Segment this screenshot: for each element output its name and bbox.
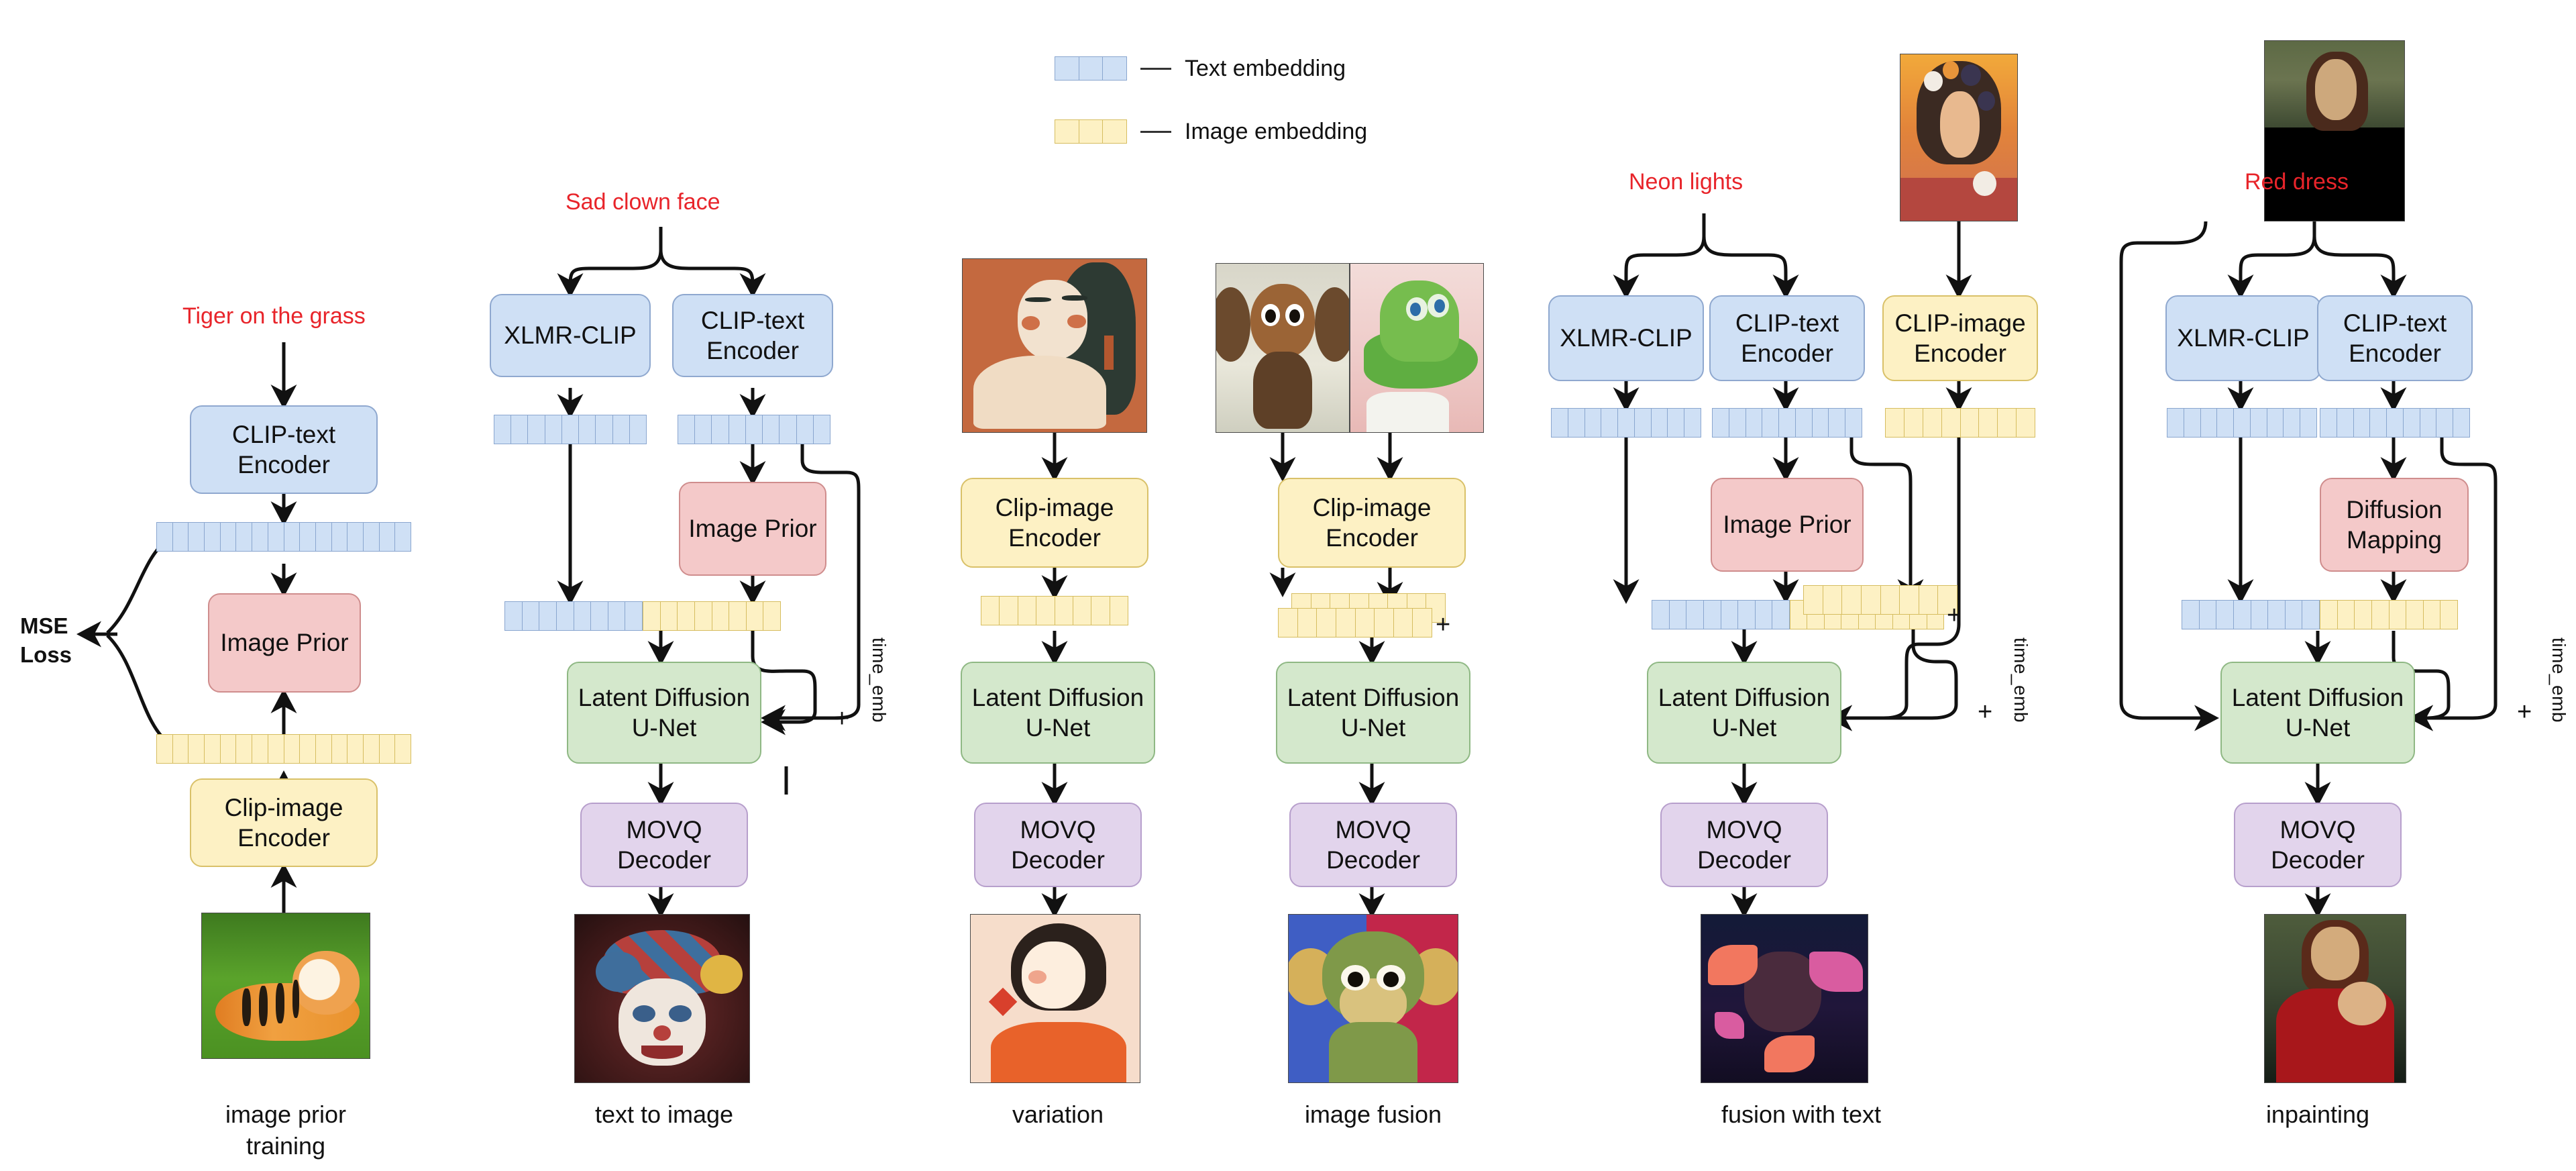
caption-image-fusion: image fusion [1304,1101,1442,1128]
image-prior-box-c1[interactable]: Image Prior [208,593,361,693]
latent-diffusion-unet-box-c5[interactable]: Latent Diffusion U-Net [1647,662,1841,764]
output-image-mona-red-dress [2264,914,2406,1083]
caption-variation: variation [1012,1101,1104,1128]
input-image-tiger [201,913,370,1059]
caption-inpainting: inpainting [2265,1101,2370,1128]
concat-text-part-c5 [1652,600,1790,629]
caption-text-to-image: text to image [594,1101,734,1128]
xlmr-clip-box-c5[interactable]: XLMR-CLIP [1548,295,1704,381]
legend-item-text-embedding: Text embedding [1055,54,1367,83]
clip-text-embedding-bar-c2 [678,415,830,444]
plus-sign-c6: + [2517,698,2532,726]
latent-diffusion-unet-box-c6[interactable]: Latent Diffusion U-Net [2220,662,2415,764]
movq-decoder-box-c3[interactable]: MOVQ Decoder [974,803,1142,887]
clip-text-encoder-box-c1[interactable]: CLIP-text Encoder [190,405,378,494]
legend-item-image-embedding: Image embedding [1055,117,1367,146]
latent-diffusion-unet-box-c2[interactable]: Latent Diffusion U-Net [567,662,761,764]
image-embedding-bar-b-c4 [1278,608,1432,638]
clip-text-encoder-box-c5[interactable]: CLIP-text Encoder [1709,295,1865,381]
text-embedding-swatch [1055,56,1128,81]
clip-image-embedding-bar-c5 [1885,408,2035,438]
plus-sign-c4: + [1436,611,1451,639]
input-image-artgirl [962,258,1147,433]
output-image-fused-creature [1288,914,1458,1083]
plus-sign-c2: + [835,705,850,733]
time-emb-label-c5: time_emb [2010,638,2031,723]
xlmr-text-embedding-bar-c6 [2167,408,2318,438]
clip-image-encoder-box-c1[interactable]: Clip-image Encoder [190,778,378,867]
concat-text-part-c2 [504,601,643,631]
prompt-neon-lights: Neon lights [1629,169,1743,195]
input-image-cheburashka [1216,263,1350,433]
image-prior-box-c2[interactable]: Image Prior [679,482,826,576]
output-image-artgirl-variation [970,914,1140,1083]
clip-text-embedding-bar-c5 [1712,408,1863,438]
caption-fusion-with-text: fusion with text [1721,1101,1882,1128]
output-image-clown [574,914,750,1083]
image-embedding-bar-c3 [981,596,1128,625]
image-prior-box-c5[interactable]: Image Prior [1711,478,1864,572]
plus-sign-embeddings-c5: + [1947,601,1962,629]
concat-text-part-c6 [2182,600,2320,629]
image-embedding-swatch [1055,119,1128,144]
prior-image-embedding-bar-c5 [1803,585,1957,615]
legend-dash-icon [1140,130,1171,133]
input-image-model-flowers [1900,54,2018,221]
caption-image-prior-training: image prior training [225,1101,347,1160]
diagram-canvas: Text embedding Image embedding Tiger on … [0,0,2576,1171]
image-embedding-bar-c1 [156,734,411,764]
prompt-tiger: Tiger on the grass [182,303,366,329]
latent-diffusion-unet-box-c3[interactable]: Latent Diffusion U-Net [961,662,1155,764]
mse-loss-label: MSE Loss [20,613,72,667]
prompt-red-dress: Red dress [2245,169,2349,195]
diffusion-mapping-box-c6[interactable]: Diffusion Mapping [2320,478,2469,572]
movq-decoder-box-c6[interactable]: MOVQ Decoder [2234,803,2402,887]
xlmr-clip-box-c2[interactable]: XLMR-CLIP [490,294,651,377]
output-image-neon-flowers [1701,914,1868,1083]
clip-image-encoder-box-c3[interactable]: Clip-image Encoder [961,478,1148,568]
xlmr-text-embedding-bar-c2 [494,415,647,444]
time-emb-label-c2: time_emb [869,638,890,723]
prompt-sad-clown: Sad clown face [566,189,720,215]
legend: Text embedding Image embedding [1055,54,1367,180]
clip-text-embedding-bar-c6 [2320,408,2471,438]
clip-image-encoder-box-c4[interactable]: Clip-image Encoder [1278,478,1466,568]
latent-diffusion-unet-box-c4[interactable]: Latent Diffusion U-Net [1276,662,1470,764]
concat-image-part-c6 [2320,600,2458,629]
legend-label-text-embedding: Text embedding [1185,55,1346,81]
clip-text-encoder-box-c2[interactable]: CLIP-text Encoder [672,294,833,377]
movq-decoder-box-c2[interactable]: MOVQ Decoder [580,803,748,887]
xlmr-clip-box-c6[interactable]: XLMR-CLIP [2165,295,2321,381]
legend-dash-icon [1140,67,1171,70]
movq-decoder-box-c5[interactable]: MOVQ Decoder [1660,803,1828,887]
text-embedding-bar-c1 [156,522,411,552]
legend-label-image-embedding: Image embedding [1185,118,1368,144]
plus-sign-c5: + [1978,698,1993,726]
concat-image-part-c2 [643,601,781,631]
clip-text-encoder-box-c6[interactable]: CLIP-text Encoder [2317,295,2473,381]
movq-decoder-box-c4[interactable]: MOVQ Decoder [1289,803,1457,887]
clip-image-encoder-box-c5[interactable]: CLIP-image Encoder [1882,295,2038,381]
time-emb-label-c6: time_emb [2548,638,2569,723]
xlmr-text-embedding-bar-c5 [1551,408,1702,438]
input-image-crocodile [1350,263,1484,433]
